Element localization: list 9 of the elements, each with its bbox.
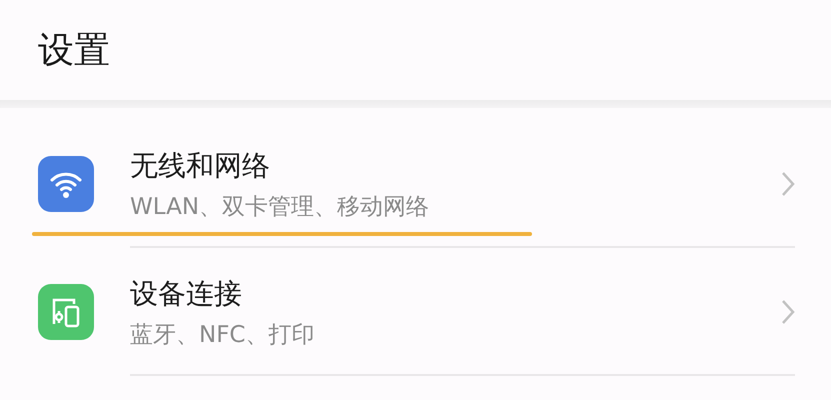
- item-subtitle: WLAN、双卡管理、移动网络: [130, 192, 430, 222]
- settings-item[interactable]: 设备连接 蓝牙、NFC、打印: [0, 248, 831, 376]
- item-title: 无线和网络: [130, 148, 270, 184]
- item-title: 设备连接: [130, 276, 242, 312]
- chevron-icon: [781, 171, 795, 197]
- page-title: 设置: [38, 28, 110, 72]
- settings-item[interactable]: 无线和网络 WLAN、双卡管理、移动网络: [0, 120, 831, 248]
- chevron-icon: [781, 299, 795, 325]
- item-subtitle: 蓝牙、NFC、打印: [130, 320, 314, 350]
